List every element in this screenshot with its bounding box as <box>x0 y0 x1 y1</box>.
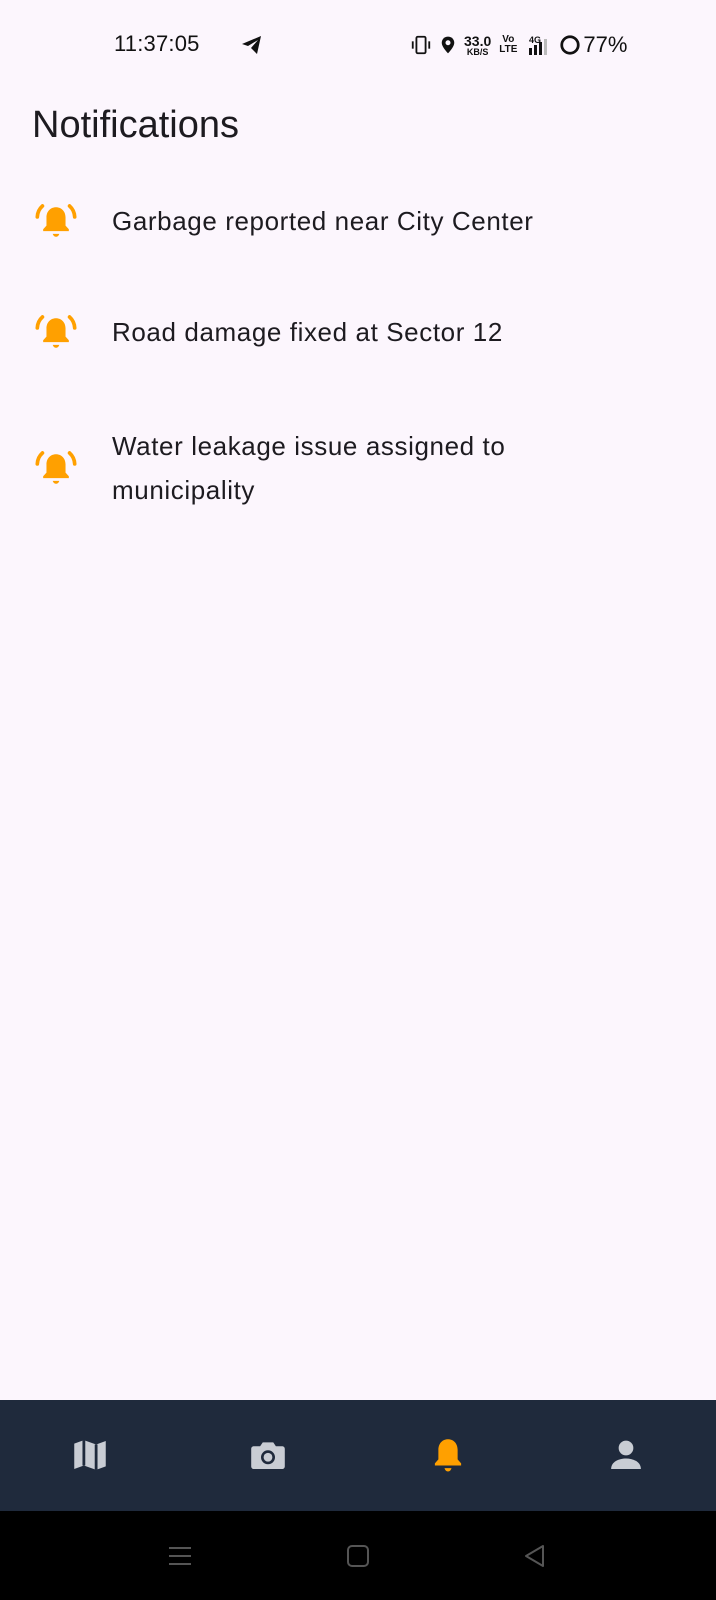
status-indicators: 33.0 KB/S Vo LTE 4G 77% <box>410 28 627 62</box>
home-button[interactable] <box>341 1539 375 1573</box>
back-triangle-icon <box>525 1545 544 1567</box>
status-time: 11:37:05 <box>114 31 200 56</box>
status-bar: 11:37:05 33.0 KB/S Vo LTE 4G 77% <box>0 0 716 90</box>
notification-item[interactable]: Road damage fixed at Sector 12 <box>0 299 716 365</box>
bell-icon <box>434 1439 462 1472</box>
bottom-nav <box>0 1400 716 1511</box>
net-speed: 33.0 KB/S <box>464 32 492 57</box>
nav-camera-button[interactable] <box>243 1430 293 1480</box>
notification-text: Water leakage issue assigned to municipa… <box>112 431 506 505</box>
home-square-icon <box>347 1545 369 1567</box>
battery-percent: 77% <box>583 32 628 57</box>
map-icon <box>74 1440 106 1470</box>
location-icon <box>441 36 455 54</box>
nav-notifications-button[interactable] <box>423 1430 473 1480</box>
page-title: Notifications <box>32 104 239 146</box>
notification-text: Road damage fixed at Sector 12 <box>112 317 503 347</box>
menu-icon <box>169 1547 191 1565</box>
person-icon <box>611 1440 641 1469</box>
notification-item[interactable]: Garbage reported near City Center <box>0 188 716 254</box>
volte-badge: Vo LTE <box>499 34 518 55</box>
signal-4g-icon: 4G <box>529 35 548 55</box>
bell-ring-icon <box>35 451 77 484</box>
notification-item[interactable]: Water leakage issue assigned to municipa… <box>0 424 716 512</box>
nav-profile-button[interactable] <box>601 1430 651 1480</box>
notification-text: Garbage reported near City Center <box>112 206 534 236</box>
bell-ring-icon <box>35 204 77 237</box>
vibrate-icon <box>411 35 431 55</box>
back-button[interactable] <box>518 1539 552 1573</box>
system-nav-bar <box>0 1511 716 1600</box>
telegram-icon <box>242 36 261 54</box>
nav-map-button[interactable] <box>65 1430 115 1480</box>
battery-icon <box>560 35 581 55</box>
camera-icon <box>251 1442 285 1469</box>
bell-ring-icon <box>35 315 77 348</box>
recents-button[interactable] <box>163 1539 197 1573</box>
